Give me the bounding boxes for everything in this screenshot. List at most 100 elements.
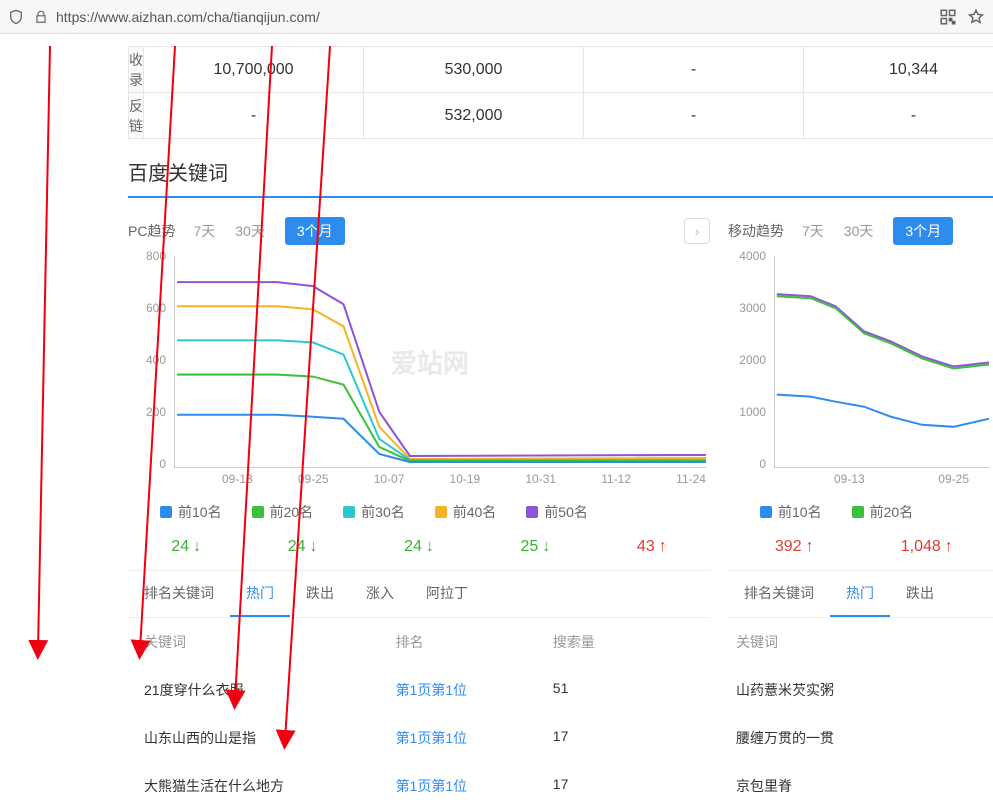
mobile-panel: 移动趋势 7天 30天 3个月 4000 3000 2000 1000 0 [728, 214, 993, 810]
table-row: 山东山西的山是指 第1页第1位 17 [128, 714, 710, 762]
table-row: 反链 - 532,000 - - [129, 93, 993, 139]
row-label: 收录 [129, 47, 144, 93]
mobile-trend-label: 移动趋势 [728, 221, 784, 241]
range-30d[interactable]: 30天 [235, 221, 265, 241]
tab-rise[interactable]: 涨入 [350, 571, 410, 617]
browser-address-bar: https://www.aizhan.com/cha/tianqijun.com… [0, 0, 993, 34]
table-row: 大熊猫生活在什么地方 第1页第1位 17 [128, 762, 710, 810]
ytick: 600 [146, 301, 166, 315]
rank-value: 24 [361, 538, 477, 556]
rank-value: 24 [128, 538, 244, 556]
tab-rank-keywords[interactable]: 排名关键词 [128, 571, 230, 617]
ytick: 400 [146, 353, 166, 367]
volume-cell: 17 [553, 776, 710, 796]
keyword-cell[interactable]: 山药薏米芡实粥 [728, 680, 993, 700]
pc-tabs: 排名关键词 热门 跌出 涨入 阿拉丁 [128, 571, 710, 618]
pc-chart-lines [175, 256, 706, 467]
mobile-rank-row: 392 1,048 [728, 530, 993, 571]
ytick: 0 [759, 457, 766, 471]
pc-keyword-table: 关键词 排名 搜索量 21度穿什么衣服 第1页第1位 51 山东山西的山是指 第… [128, 618, 710, 810]
rank-value: 25 [477, 538, 593, 556]
legend-item: 前20名 [852, 502, 914, 522]
xtick: 09-13 [222, 472, 253, 492]
xtick: 10-19 [450, 472, 481, 492]
mobile-chart: 4000 3000 2000 1000 0 09-13 09-25 [728, 252, 993, 492]
keyword-cell[interactable]: 大熊猫生活在什么地方 [128, 776, 396, 796]
table-row: 山药薏米芡实粥 [728, 666, 993, 714]
tab-rank-keywords[interactable]: 排名关键词 [728, 571, 830, 617]
section-title: 百度关键词 [128, 139, 993, 198]
pc-chart: 800 600 400 200 0 爱站网 [128, 252, 710, 492]
range-7d[interactable]: 7天 [193, 221, 215, 241]
stat-cell: 10,700,000 [144, 47, 364, 93]
keyword-cell[interactable]: 山东山西的山是指 [128, 728, 396, 748]
col-header: 排名 [396, 632, 553, 652]
mobile-tabs: 排名关键词 热门 跌出 [728, 571, 993, 618]
star-icon[interactable] [967, 8, 985, 26]
mobile-chart-lines [775, 256, 989, 467]
lock-icon [34, 10, 48, 24]
xtick: 11-24 [676, 472, 706, 492]
rank-value: 43 [594, 538, 710, 556]
col-header: 搜索量 [553, 632, 710, 652]
volume-cell: 51 [553, 680, 710, 700]
volume-cell: 17 [553, 728, 710, 748]
table-row: 京包里脊 [728, 762, 993, 810]
stat-cell: - [804, 93, 993, 139]
mobile-keyword-table: 关键词 山药薏米芡实粥 腰缠万贯的一贯 京包里脊 [728, 618, 993, 810]
stat-cell: 10,344 [804, 47, 993, 93]
url-text[interactable]: https://www.aizhan.com/cha/tianqijun.com… [56, 9, 929, 25]
table-row: 21度穿什么衣服 第1页第1位 51 [128, 666, 710, 714]
rank-value: 392 [728, 538, 861, 556]
pc-trend-label: PC趋势 [128, 221, 175, 241]
stat-cell: - [144, 93, 364, 139]
tab-drop[interactable]: 跌出 [890, 571, 950, 617]
range-30d[interactable]: 30天 [844, 221, 874, 241]
legend-item: 前40名 [435, 502, 497, 522]
xtick: 10-31 [525, 472, 556, 492]
rank-value: 1,048 [861, 538, 993, 556]
keyword-cell[interactable]: 腰缠万贯的一贯 [728, 728, 993, 748]
legend-item: 前50名 [526, 502, 588, 522]
ytick: 1000 [739, 405, 766, 419]
table-row: 收录 10,700,000 530,000 - 10,344 [129, 47, 993, 93]
legend-item: 前30名 [343, 502, 405, 522]
rank-cell[interactable]: 第1页第1位 [396, 776, 553, 796]
legend-item: 前10名 [160, 502, 222, 522]
range-3m[interactable]: 3个月 [893, 217, 953, 245]
ytick: 3000 [739, 301, 766, 315]
range-3m[interactable]: 3个月 [285, 217, 345, 245]
rank-cell[interactable]: 第1页第1位 [396, 728, 553, 748]
xtick: 11-12 [601, 472, 631, 492]
shield-icon [8, 9, 24, 25]
ytick: 200 [146, 405, 166, 419]
ytick: 800 [146, 249, 166, 263]
stat-cell: 532,000 [364, 93, 584, 139]
legend-item: 前20名 [252, 502, 314, 522]
tab-hot[interactable]: 热门 [830, 571, 890, 617]
range-7d[interactable]: 7天 [802, 221, 824, 241]
tab-aladdin[interactable]: 阿拉丁 [410, 571, 484, 617]
qr-icon[interactable] [939, 8, 957, 26]
ytick: 2000 [739, 353, 766, 367]
table-row: 腰缠万贯的一贯 [728, 714, 993, 762]
pc-legend: 前10名 前20名 前30名 前40名 前50名 [128, 492, 710, 530]
stat-cell: - [584, 47, 804, 93]
col-header: 关键词 [128, 632, 396, 652]
xtick: 10-07 [374, 472, 405, 492]
stat-cell: - [584, 93, 804, 139]
chevron-right-icon[interactable]: › [684, 218, 710, 244]
stats-table: 收录 10,700,000 530,000 - 10,344 反链 - 532,… [128, 46, 993, 139]
rank-value: 24 [244, 538, 360, 556]
keyword-cell[interactable]: 21度穿什么衣服 [128, 680, 396, 700]
rank-cell[interactable]: 第1页第1位 [396, 680, 553, 700]
col-header: 关键词 [728, 632, 993, 652]
pc-rank-row: 24 24 24 25 43 [128, 530, 710, 571]
tab-drop[interactable]: 跌出 [290, 571, 350, 617]
pc-panel: PC趋势 7天 30天 3个月 › 800 600 400 200 0 爱站网 [128, 214, 710, 810]
ytick: 4000 [739, 249, 766, 263]
xtick: 09-13 [834, 472, 865, 492]
tab-hot[interactable]: 热门 [230, 571, 290, 617]
keyword-cell[interactable]: 京包里脊 [728, 776, 993, 796]
xtick: 09-25 [298, 472, 329, 492]
